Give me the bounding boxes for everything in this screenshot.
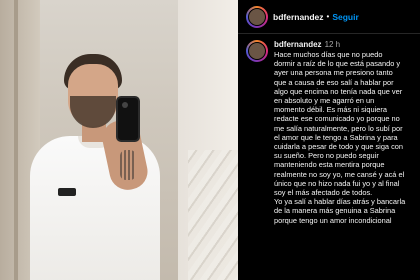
phone — [116, 96, 140, 142]
caption-body: bdfernandez 12 h Hace muchos días que no … — [274, 40, 414, 225]
post-side-panel: bdfernandez • Seguir bdfernandez 12 h Hac… — [238, 0, 420, 280]
separator-dot: • — [326, 12, 330, 21]
avatar[interactable] — [246, 5, 268, 28]
arm-tattoo — [120, 150, 136, 180]
phone-camera — [122, 102, 128, 108]
caption: bdfernandez 12 h Hace muchos días que no … — [246, 40, 416, 225]
header-username[interactable]: bdfernandez — [273, 12, 324, 22]
caption-header: bdfernandez 12 h — [274, 40, 414, 50]
caption-time: 12 h — [324, 40, 341, 49]
shirt-logo — [58, 188, 76, 196]
follow-button[interactable]: Seguir — [332, 12, 358, 22]
door-frame — [14, 0, 18, 280]
post-photo — [0, 0, 238, 280]
caption-text: Hace muchos días que no puedo dormir a r… — [274, 50, 406, 225]
marble-surface — [188, 150, 238, 280]
caption-username[interactable]: bdfernandez — [274, 40, 322, 49]
post-header: bdfernandez • Seguir — [238, 0, 420, 34]
caption-avatar[interactable] — [246, 40, 268, 62]
